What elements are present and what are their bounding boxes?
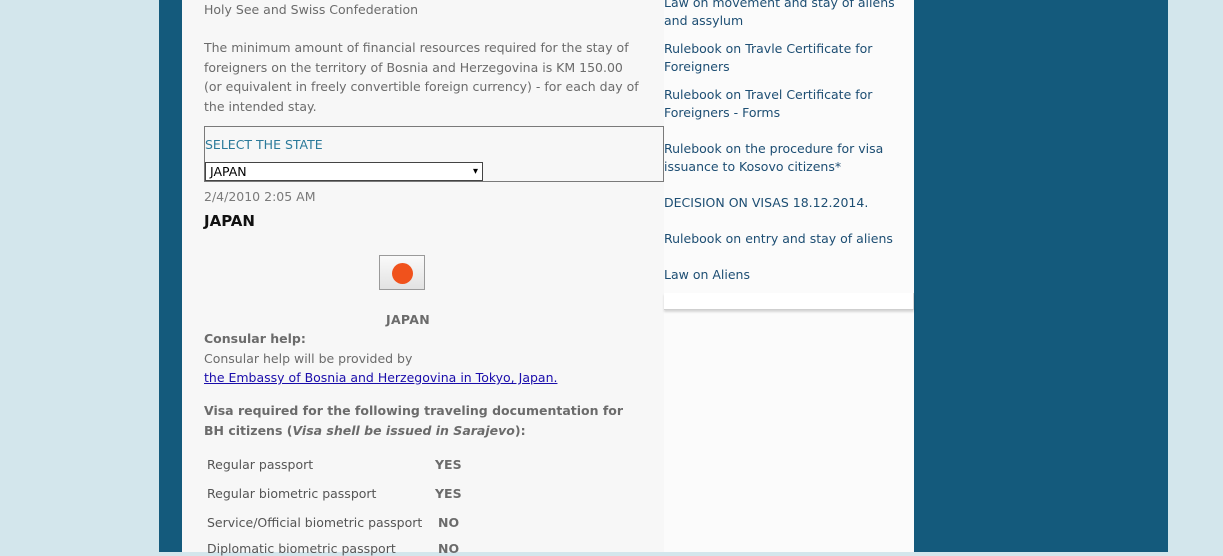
- japan-flag-icon: [379, 255, 425, 290]
- visa-heading-part2: ):: [514, 422, 526, 438]
- document-row: Diplomatic biometric passport NO: [207, 541, 627, 556]
- document-row: Regular biometric passport YES: [207, 486, 627, 501]
- document-label: Regular biometric passport: [207, 486, 377, 501]
- document-row: Service/Official biometric passport NO: [207, 515, 627, 530]
- document-label: Regular passport: [207, 457, 314, 472]
- consular-help-text: Consular help will be provided by: [204, 351, 413, 366]
- document-visa-value: YES: [435, 486, 462, 501]
- document-visa-value: YES: [435, 457, 462, 472]
- document-label: Service/Official biometric passport: [207, 515, 423, 530]
- state-select-label: SELECT THE STATE: [205, 137, 323, 152]
- document-row: Regular passport YES: [207, 457, 627, 472]
- sidebar-link-decision-on-visas[interactable]: DECISION ON VISAS 18.12.2014.: [664, 194, 914, 212]
- state-selector-box: SELECT THE STATE JAPAN ▾: [204, 126, 664, 182]
- sidebar-link-rulebook-entry-stay[interactable]: Rulebook on entry and stay of aliens: [664, 230, 914, 248]
- sidebar-link-rulebook-travle-certificate[interactable]: Rulebook on Travle Certificate for Forei…: [664, 40, 914, 76]
- embassy-link[interactable]: the Embassy of Bosnia and Herzegovina in…: [204, 370, 557, 385]
- sidebar-link-rulebook-travel-certificate-forms[interactable]: Rulebook on Travel Certificate for Forei…: [664, 86, 914, 122]
- state-select[interactable]: JAPAN ▾: [205, 162, 483, 181]
- flag-sun: [392, 263, 413, 284]
- countries-text: Holy See and Swiss Confederation: [204, 2, 419, 17]
- consular-help-heading: Consular help:: [204, 331, 306, 346]
- document-visa-value: NO: [438, 515, 460, 530]
- visa-required-heading: Visa required for the following travelin…: [204, 401, 644, 440]
- visa-heading-emphasis: Visa shell be issued in Sarajevo: [292, 422, 515, 438]
- document-label: Diplomatic biometric passport: [207, 541, 396, 556]
- sidebar-link-rulebook-kosovo-visa[interactable]: Rulebook on the procedure for visa issua…: [664, 140, 914, 176]
- financial-requirement-text: The minimum amount of financial resource…: [204, 40, 639, 114]
- published-date: 2/4/2010 2:05 AM: [204, 189, 316, 204]
- flag-caption: JAPAN: [386, 312, 430, 327]
- document-visa-value: NO: [438, 541, 460, 556]
- chevron-down-icon: ▾: [472, 166, 478, 177]
- state-select-value: JAPAN: [210, 164, 247, 179]
- sidebar-box-bottom: [664, 293, 914, 310]
- sidebar-link-law-movement[interactable]: Law on movement and stay of aliens and a…: [664, 0, 914, 30]
- sidebar-link-law-on-aliens[interactable]: Law on Aliens: [664, 266, 914, 284]
- country-heading: JAPAN: [204, 212, 255, 230]
